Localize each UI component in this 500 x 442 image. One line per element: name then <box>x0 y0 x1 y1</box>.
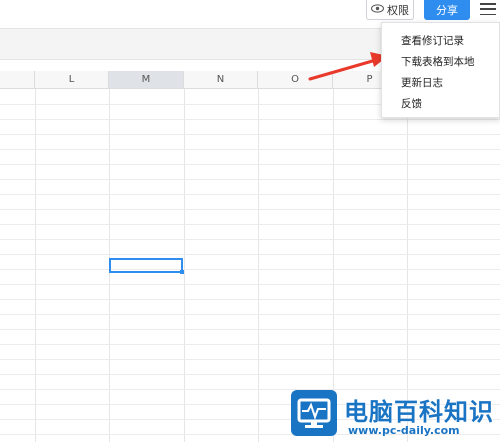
site-watermark: 电脑百科知识 www.pc-daily.com <box>286 386 500 442</box>
share-button[interactable]: 分享 <box>424 0 470 20</box>
grid-row-line <box>0 284 500 285</box>
grid-row-line <box>0 194 500 195</box>
grid-row-line <box>0 344 500 345</box>
grid-row-line <box>0 269 500 270</box>
grid-row-line <box>0 239 500 240</box>
menu-item-changelog[interactable]: 更新日志 <box>382 73 499 94</box>
menu-item-download-sheet[interactable]: 下载表格到本地 <box>382 52 499 73</box>
more-menu-dropdown: 查看修订记录 下载表格到本地 更新日志 反馈 <box>381 22 500 118</box>
grid-row-line <box>0 119 500 120</box>
menu-item-feedback[interactable]: 反馈 <box>382 94 499 115</box>
menu-item-revision-history[interactable]: 查看修订记录 <box>382 31 499 52</box>
fill-handle[interactable] <box>180 270 184 274</box>
watermark-url: www.pc-daily.com <box>348 424 460 437</box>
grid-row-line <box>0 164 500 165</box>
column-header-m[interactable]: M <box>109 71 184 89</box>
selected-cell[interactable] <box>109 258 184 274</box>
grid-row-line <box>0 254 500 255</box>
column-header-prev[interactable] <box>0 71 35 89</box>
grid-row-line <box>0 179 500 180</box>
grid-row-line <box>0 374 500 375</box>
grid-row-line <box>0 134 500 135</box>
column-header-l[interactable]: L <box>35 71 109 89</box>
share-label: 分享 <box>436 4 458 17</box>
hamburger-menu-icon[interactable] <box>480 2 496 16</box>
eye-icon <box>371 3 384 16</box>
monitor-logo-icon <box>291 390 337 436</box>
grid-row-line <box>0 299 500 300</box>
column-header-n[interactable]: N <box>184 71 258 89</box>
grid-row-line <box>0 224 500 225</box>
grid-row-line <box>0 359 500 360</box>
watermark-title: 电脑百科知识 <box>344 398 494 426</box>
permissions-button[interactable]: 权限 <box>366 0 414 20</box>
grid-row-line <box>0 209 500 210</box>
grid-row-line <box>0 329 500 330</box>
column-header-o[interactable]: O <box>258 71 333 89</box>
grid-row-line <box>0 314 500 315</box>
grid-row-line <box>0 149 500 150</box>
permissions-label: 权限 <box>387 3 409 17</box>
top-header-bar: 权限 分享 <box>0 0 500 22</box>
